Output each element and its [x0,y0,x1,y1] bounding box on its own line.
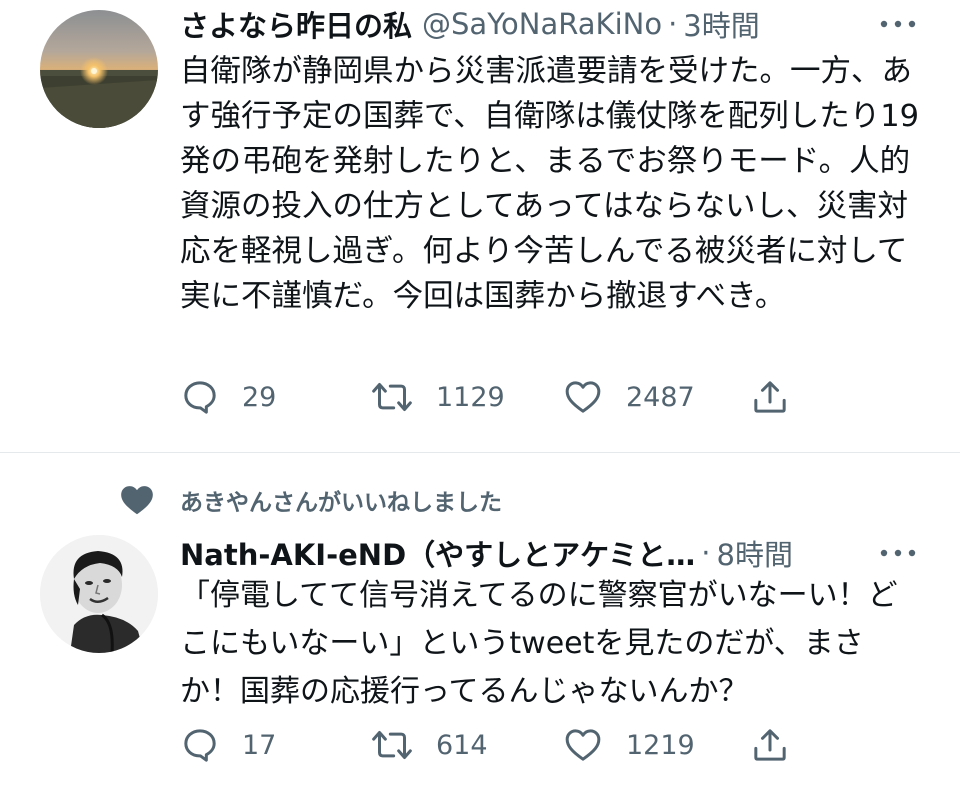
share-button[interactable] [750,723,790,767]
share-icon [754,381,786,413]
tweet-header: Nath-AKI-eND（やすしとアケミと… · 8時間 [180,531,920,575]
tweet[interactable]: あきやんさんがいいねしました Nath-AKI-eND（やすしとアケミと… · … [0,453,960,794]
timestamp[interactable]: 8時間 [717,532,793,574]
reply-count: 29 [242,381,277,413]
avatar-sunset-image [40,10,158,128]
heart-icon [565,729,601,761]
share-button[interactable] [750,375,790,419]
liked-heart-icon [118,481,156,519]
timestamp[interactable]: 3時間 [683,3,759,45]
tweet[interactable]: さよなら昨日の私 @SaYoNaRaKiNo · 3時間 自衛隊が静岡県から災害… [0,0,960,452]
reply-icon [184,729,216,762]
more-icon[interactable] [876,531,920,575]
display-name[interactable]: Nath-AKI-eND（やすしとアケミと… [180,532,695,574]
avatar-portrait-image [40,535,158,653]
user-handle[interactable]: @SaYoNaRaKiNo [422,7,662,41]
like-count: 2487 [626,381,695,413]
avatar[interactable] [40,10,158,128]
timeline: さよなら昨日の私 @SaYoNaRaKiNo · 3時間 自衛隊が静岡県から災害… [0,0,960,794]
like-button[interactable]: 2487 [562,375,695,419]
social-context[interactable]: あきやんさんがいいねしました [180,480,502,520]
avatar[interactable] [40,535,158,653]
reply-button[interactable]: 29 [180,375,276,419]
tweet-text: 自衛隊が静岡県から災害派遣要請を受けた。一方、あす強行予定の国葬で、自衛隊は儀仗… [180,54,920,314]
reply-button[interactable]: 17 [180,723,276,767]
reply-count: 17 [242,729,277,761]
tweet-text: 「停電してて信号消えてるのに警察官がいなーい！どこにもいなーい」というtweet… [180,578,898,709]
retweet-button[interactable]: 1129 [370,375,505,419]
more-icon[interactable] [876,2,920,46]
retweet-count: 1129 [436,381,505,413]
retweet-count: 614 [436,729,488,761]
reply-icon [184,381,216,414]
share-icon [754,729,786,761]
retweet-button[interactable]: 614 [370,723,488,767]
like-button[interactable]: 1219 [562,723,695,767]
separator-dot: · [668,7,678,41]
retweet-icon [372,383,412,411]
display-name[interactable]: さよなら昨日の私 [180,3,412,45]
retweet-icon [372,731,412,759]
like-count: 1219 [626,729,695,761]
separator-dot: · [701,536,711,570]
tweet-actions: 17 614 1219 [180,723,800,767]
tweet-actions: 29 1129 2487 [180,375,800,419]
tweet-header: さよなら昨日の私 @SaYoNaRaKiNo · 3時間 [180,2,920,46]
heart-icon [565,381,601,413]
